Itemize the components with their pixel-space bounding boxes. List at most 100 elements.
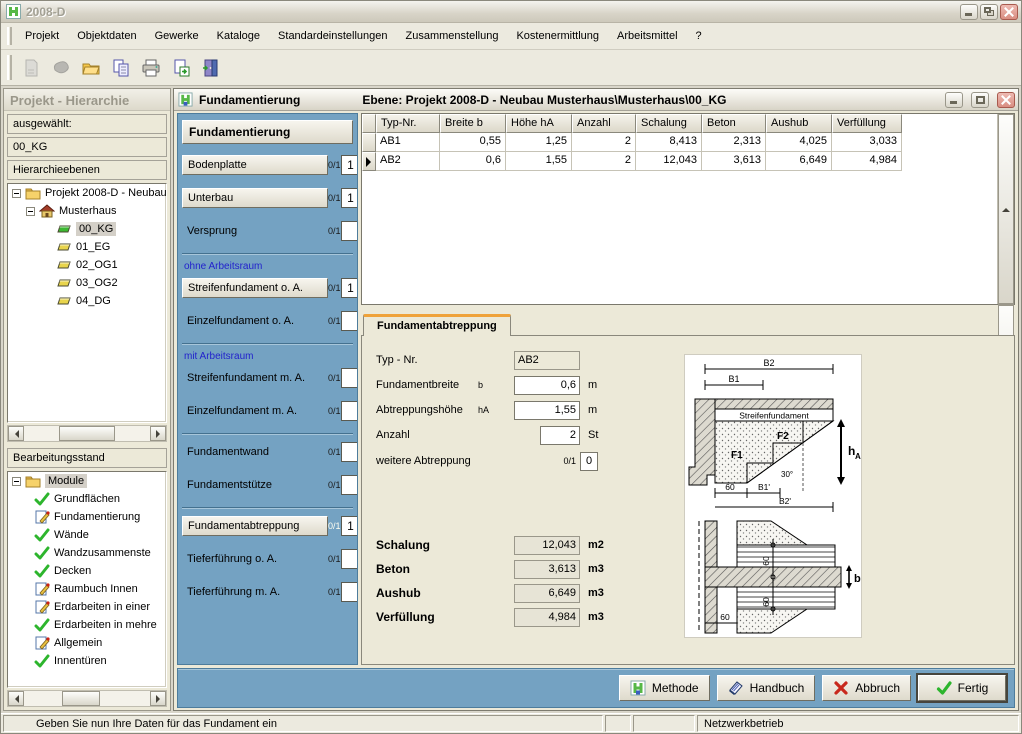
table-cell[interactable]: 8,413 <box>636 133 702 152</box>
fundamentbreite-input[interactable] <box>514 376 580 395</box>
table-cell[interactable]: AB1 <box>376 133 440 152</box>
tree-item-module[interactable]: Module <box>8 472 166 490</box>
menu-kataloge[interactable]: Kataloge <box>208 26 269 46</box>
table-cell[interactable]: 4,025 <box>766 133 832 152</box>
menu-zusammenstellung[interactable]: Zusammenstellung <box>397 26 508 46</box>
scroll-right-button[interactable] <box>150 691 166 706</box>
tree-item-00-kg[interactable]: 00_KG <box>8 220 166 238</box>
handbuch-button[interactable]: Handbuch <box>717 675 816 701</box>
collapse-expander-icon[interactable] <box>26 207 35 216</box>
tree-item-project[interactable]: Projekt 2008-D - Neubau <box>8 184 166 202</box>
tieferfuehrung-oa-count-input[interactable] <box>341 549 358 569</box>
table-cell[interactable]: 2 <box>572 133 636 152</box>
tree-item-02-og1[interactable]: 02_OG1 <box>8 256 166 274</box>
fundamentabtreppung-count-input[interactable] <box>341 516 358 536</box>
streifenfundament-ma-count-input[interactable] <box>341 368 358 388</box>
versprung-count-input[interactable] <box>341 221 358 241</box>
tree-item-erdarbeiten-mehreren[interactable]: Erdarbeiten in mehre <box>8 616 166 634</box>
menu-projekt[interactable]: Projekt <box>16 26 68 46</box>
menu-arbeitsmittel[interactable]: Arbeitsmittel <box>608 26 687 46</box>
column-header-anzahl[interactable]: Anzahl <box>572 114 636 133</box>
close-button[interactable] <box>1000 4 1018 20</box>
column-header-aushub[interactable]: Aushub <box>766 114 832 133</box>
tree-item-decken[interactable]: Decken <box>8 562 166 580</box>
anzahl-input[interactable] <box>540 426 580 445</box>
column-header-hoehe[interactable]: Höhe hA <box>506 114 572 133</box>
scroll-left-button[interactable] <box>8 691 24 706</box>
fundamentwand-count-input[interactable] <box>341 442 358 462</box>
menu-standardeinstellungen[interactable]: Standardeinstellungen <box>269 26 396 46</box>
tab-fundamentabtreppung[interactable]: Fundamentabtreppung <box>363 314 511 336</box>
tree-item-03-og2[interactable]: 03_OG2 <box>8 274 166 292</box>
menubar-grip[interactable] <box>7 27 12 45</box>
menu-objektdaten[interactable]: Objektdaten <box>68 26 145 46</box>
module-minimize-button[interactable] <box>945 92 963 108</box>
table-cell[interactable]: 2 <box>572 152 636 171</box>
table-cell[interactable]: 2,313 <box>702 133 766 152</box>
module-close-button[interactable] <box>997 92 1015 108</box>
scroll-thumb[interactable] <box>59 426 114 441</box>
scroll-track[interactable] <box>24 426 150 441</box>
column-header-beton[interactable]: Beton <box>702 114 766 133</box>
minimize-button[interactable] <box>960 4 978 20</box>
new-document-button[interactable] <box>18 55 44 81</box>
tree-item-04-dg[interactable]: 04_DG <box>8 292 166 310</box>
export-button[interactable] <box>168 55 194 81</box>
column-header-typ-nr[interactable]: Typ-Nr. <box>376 114 440 133</box>
table-cell[interactable]: 4,984 <box>832 152 902 171</box>
tieferfuehrung-ma-count-input[interactable] <box>341 582 358 602</box>
table-cell[interactable]: 0,55 <box>440 133 506 152</box>
tree-item-fundamentierung[interactable]: Fundamentierung <box>8 508 166 526</box>
scroll-left-button[interactable] <box>8 426 24 441</box>
tree-item-01-eg[interactable]: 01_EG <box>8 238 166 256</box>
menu-gewerke[interactable]: Gewerke <box>146 26 208 46</box>
scroll-thumb[interactable] <box>998 304 1014 306</box>
einzelfundament-ma-count-input[interactable] <box>341 401 358 421</box>
menu-help[interactable]: ? <box>687 26 711 46</box>
collapse-expander-icon[interactable] <box>12 189 21 198</box>
einzelfundament-oa-count-input[interactable] <box>341 311 358 331</box>
table-cell[interactable]: 0,6 <box>440 152 506 171</box>
print-button[interactable] <box>138 55 164 81</box>
table-cell[interactable]: 12,043 <box>636 152 702 171</box>
tree-item-allgemein[interactable]: Allgemein <box>8 634 166 652</box>
restore-button[interactable] <box>980 4 998 20</box>
menu-kostenermittlung[interactable]: Kostenermittlung <box>507 26 608 46</box>
module-maximize-button[interactable] <box>971 92 989 108</box>
tree-item-musterhaus[interactable]: Musterhaus <box>8 202 166 220</box>
scroll-right-button[interactable] <box>150 426 166 441</box>
collapse-expander-icon[interactable] <box>12 477 21 486</box>
open-project-button[interactable] <box>48 55 74 81</box>
tree-item-innentueren[interactable]: Innentüren <box>8 652 166 670</box>
column-header-schalung[interactable]: Schalung <box>636 114 702 133</box>
abtreppungshoehe-input[interactable] <box>514 401 580 420</box>
scroll-up-button[interactable] <box>998 114 1014 304</box>
tree-item-waende[interactable]: Wände <box>8 526 166 544</box>
fundamentstuetze-count-input[interactable] <box>341 475 358 495</box>
toolbar-grip[interactable] <box>7 55 12 80</box>
table-cell[interactable]: 3,613 <box>702 152 766 171</box>
abbruch-button[interactable]: Abbruch <box>822 675 911 701</box>
table-cell[interactable]: AB2 <box>376 152 440 171</box>
table-cell[interactable]: 1,55 <box>506 152 572 171</box>
weitere-abtreppung-input[interactable] <box>580 452 598 471</box>
streifenfundament-oa-count-input[interactable] <box>341 278 358 298</box>
scroll-track[interactable] <box>24 691 150 706</box>
bodenplatte-count-input[interactable] <box>341 155 358 175</box>
exit-button[interactable] <box>198 55 224 81</box>
open-folder-button[interactable] <box>78 55 104 81</box>
fertig-button[interactable]: Fertig <box>918 675 1006 701</box>
tree-item-erdarbeiten-einer[interactable]: Erdarbeiten in einer <box>8 598 166 616</box>
scroll-thumb[interactable] <box>62 691 100 706</box>
tree-item-raumbuch-innen[interactable]: Raumbuch Innen <box>8 580 166 598</box>
tree-item-grundflaechen[interactable]: Grundflächen <box>8 490 166 508</box>
tree-item-wandzusammenstellung[interactable]: Wandzusammenste <box>8 544 166 562</box>
copy-button[interactable] <box>108 55 134 81</box>
table-cell[interactable]: 6,649 <box>766 152 832 171</box>
methode-button[interactable]: Methode <box>619 675 710 701</box>
unterbau-count-input[interactable] <box>341 188 358 208</box>
table-cell[interactable]: 3,033 <box>832 133 902 152</box>
table-cell[interactable]: 1,25 <box>506 133 572 152</box>
column-header-verfuellung[interactable]: Verfüllung <box>832 114 902 133</box>
column-header-breite[interactable]: Breite b <box>440 114 506 133</box>
